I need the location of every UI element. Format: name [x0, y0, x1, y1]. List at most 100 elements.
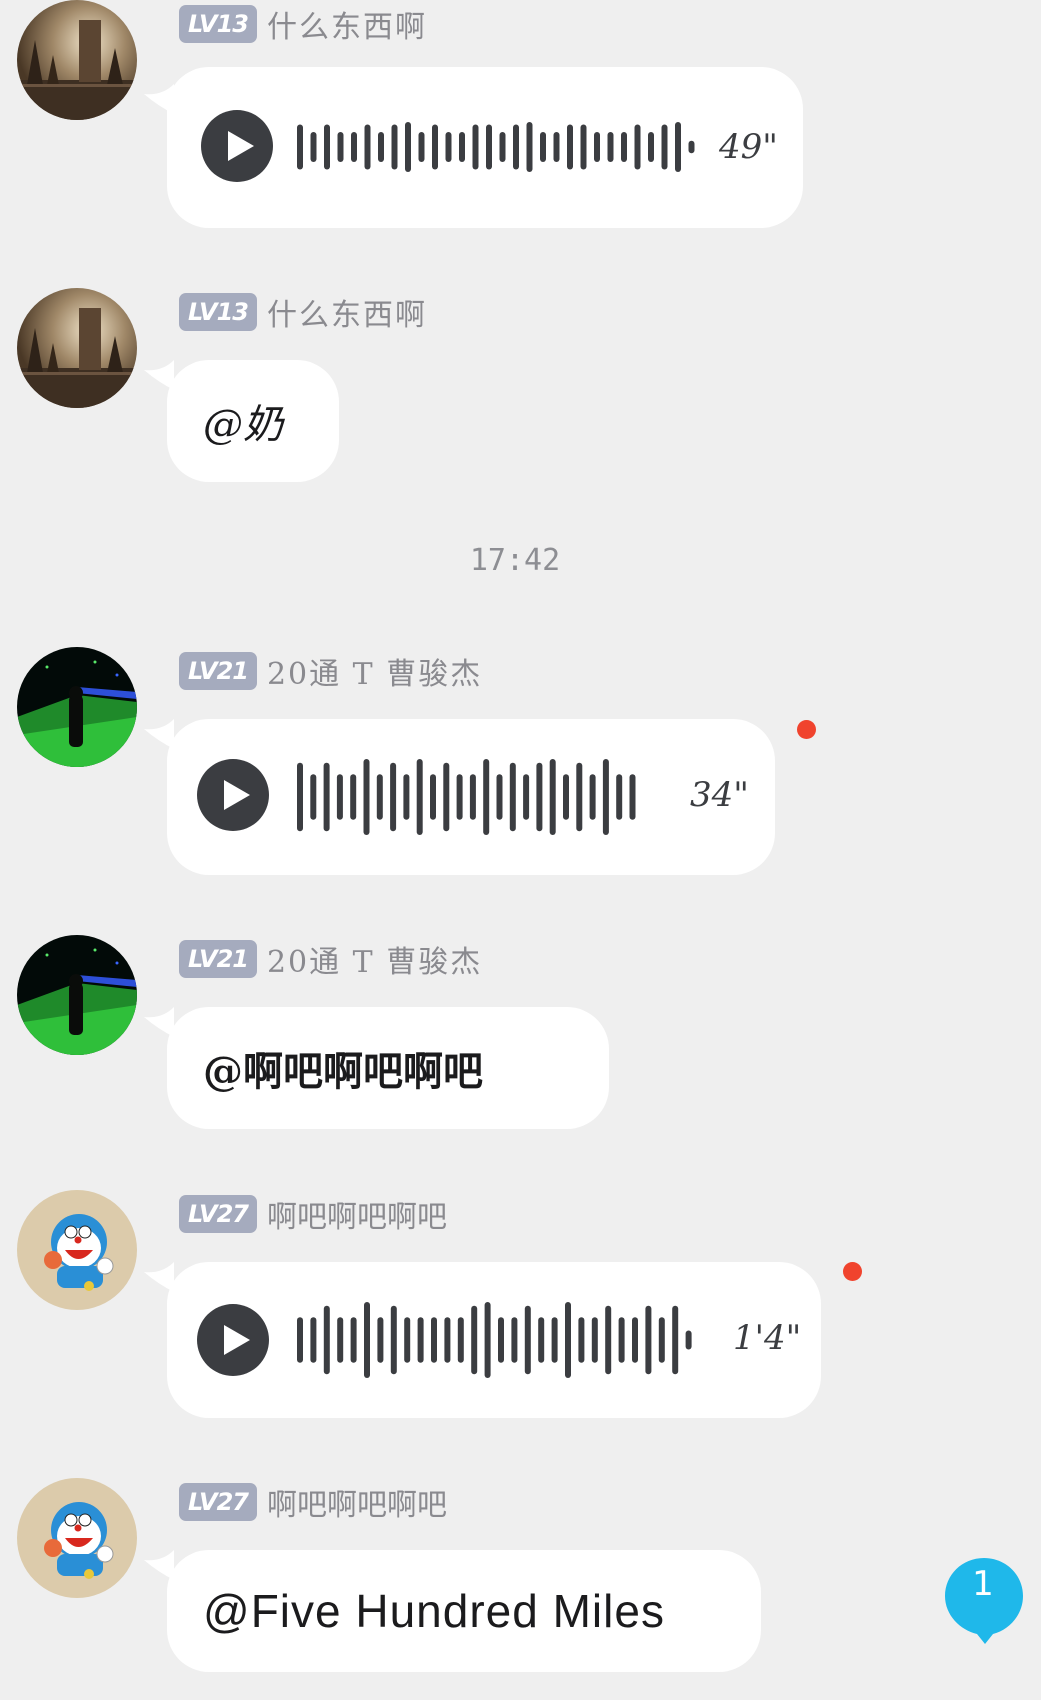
waveform-bar	[607, 132, 614, 162]
waveform-bar	[578, 1317, 585, 1363]
waveform-bar	[486, 124, 492, 170]
waveform-bar	[685, 1330, 692, 1350]
waveform-bar	[337, 132, 344, 162]
sender-nickname[interactable]: 20通 T 曹骏杰	[267, 649, 482, 693]
waveform-bar	[634, 124, 641, 170]
avatar[interactable]	[17, 647, 137, 767]
waveform-bar	[509, 762, 516, 832]
unread-dot	[843, 1262, 862, 1281]
waveform-bar	[404, 1317, 411, 1363]
avatar[interactable]	[17, 935, 137, 1055]
waveform-bar	[594, 132, 600, 162]
voice-bubble[interactable]: 34"	[167, 719, 775, 875]
waveform-bar	[403, 774, 410, 820]
waveform-bar	[602, 759, 609, 835]
voice-duration: 34"	[690, 775, 749, 815]
waveform-bar	[540, 132, 546, 162]
waveform-bar	[337, 1317, 344, 1363]
waveform-bar	[297, 1317, 303, 1363]
sender-nickname[interactable]: 20通 T 曹骏杰	[267, 937, 482, 981]
message-text: LV27 啊吧啊吧啊吧 @Five Hundred Miles	[0, 1478, 1041, 1678]
waveform-bar	[549, 759, 556, 835]
waveform-bar	[416, 759, 423, 835]
waveform-bar	[605, 1305, 612, 1375]
avatar[interactable]	[17, 1190, 137, 1310]
waveform-bar	[576, 762, 583, 832]
text-bubble[interactable]: @Five Hundred Miles	[167, 1550, 761, 1672]
waveform-bar	[443, 762, 450, 832]
waveform-bar	[390, 1305, 397, 1375]
waveform-bar	[563, 774, 569, 820]
waveform-bar	[538, 1317, 545, 1363]
avatar-image	[17, 288, 137, 408]
waveform-bar	[323, 762, 330, 832]
message-text: LV13 什么东西啊 @奶	[0, 288, 1041, 488]
level-badge: LV27	[179, 1483, 257, 1521]
sender-nickname[interactable]: 什么东西啊	[267, 290, 427, 334]
avatar[interactable]	[17, 0, 137, 120]
waveform	[297, 1302, 717, 1378]
level-badge: LV27	[179, 1195, 257, 1233]
message-text-content: @Five Hundred Miles	[203, 1585, 665, 1637]
play-icon[interactable]	[197, 759, 269, 831]
unread-dot	[797, 720, 816, 739]
waveform-bar	[350, 1317, 357, 1363]
sender-nickname[interactable]: 啊吧啊吧啊吧	[267, 1480, 447, 1524]
level-badge: LV21	[179, 652, 257, 690]
waveform-bar	[498, 1317, 504, 1363]
waveform-bar	[536, 762, 543, 832]
waveform-bar	[645, 1305, 652, 1375]
waveform-bar	[567, 124, 573, 170]
waveform-bar	[363, 759, 370, 835]
sender-nickname[interactable]: 啊吧啊吧啊吧	[267, 1192, 447, 1236]
text-bubble[interactable]: @啊吧啊吧啊吧	[167, 1007, 609, 1129]
avatar[interactable]	[17, 1478, 137, 1598]
waveform-bar	[431, 1317, 437, 1363]
waveform-bar	[432, 124, 438, 170]
sender-meta: LV13 什么东西啊	[179, 290, 427, 334]
waveform-bar	[390, 762, 397, 832]
voice-bubble[interactable]: 49"	[167, 67, 803, 228]
waveform-bar	[456, 774, 463, 820]
sender-meta: LV21 20通 T 曹骏杰	[179, 649, 482, 693]
waveform-bar	[672, 1305, 679, 1375]
waveform-bar	[310, 774, 317, 820]
waveform-bar	[496, 774, 503, 820]
waveform-bar	[459, 132, 465, 162]
play-icon[interactable]	[201, 110, 273, 182]
waveform-bar	[430, 774, 436, 820]
waveform-bar	[523, 774, 530, 820]
sender-meta: LV27 啊吧啊吧啊吧	[179, 1192, 447, 1236]
waveform-bar	[336, 774, 343, 820]
waveform-bar	[378, 132, 384, 162]
waveform-bar	[524, 1305, 531, 1375]
waveform-bar	[297, 762, 303, 832]
waveform-bar	[621, 132, 627, 162]
waveform-bar	[350, 774, 357, 820]
waveform-bar	[658, 1317, 665, 1363]
message-voice: LV13 什么东西啊 49"	[0, 0, 1041, 230]
waveform-bar	[618, 1317, 625, 1363]
text-bubble[interactable]: @奶	[167, 360, 339, 482]
waveform-bar	[310, 132, 317, 162]
new-message-count: 1	[972, 1564, 994, 1604]
waveform-bar	[391, 124, 398, 170]
avatar-image	[17, 647, 137, 767]
avatar[interactable]	[17, 288, 137, 408]
avatar-image	[17, 935, 137, 1055]
voice-bubble[interactable]: 1'4"	[167, 1262, 821, 1418]
voice-duration: 1'4"	[733, 1318, 802, 1358]
waveform-bar	[377, 1317, 384, 1363]
message-voice: LV27 啊吧啊吧啊吧 1'4"	[0, 1190, 1041, 1420]
play-icon[interactable]	[197, 1304, 269, 1376]
voice-duration: 49"	[719, 127, 778, 167]
waveform-bar	[553, 132, 560, 162]
new-message-count-icon[interactable]: 1	[943, 1556, 1025, 1646]
sender-nickname[interactable]: 什么东西啊	[267, 2, 427, 46]
waveform-bar	[444, 1317, 451, 1363]
level-badge: LV21	[179, 940, 257, 978]
waveform-bar	[324, 124, 330, 170]
waveform-bar	[351, 132, 357, 162]
level-badge: LV13	[179, 293, 257, 331]
waveform-bar	[417, 1317, 424, 1363]
